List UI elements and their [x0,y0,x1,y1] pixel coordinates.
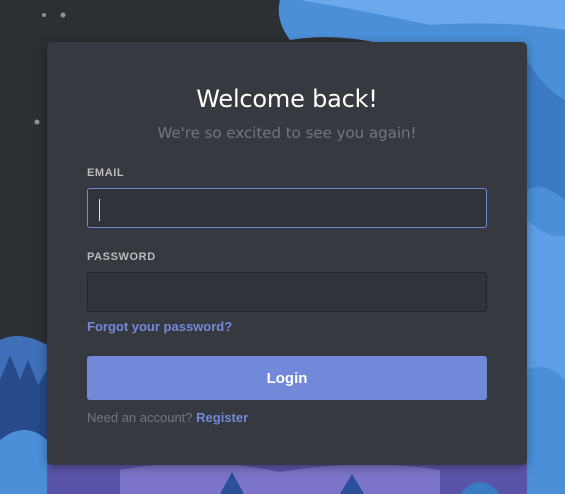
register-prompt: Need an account? Register [87,410,248,426]
text-caret [99,199,100,221]
login-button[interactable]: Login [87,356,487,400]
need-account-text: Need an account? [87,410,193,425]
password-label: PASSWORD [87,251,156,263]
forgot-password-link[interactable]: Forgot your password? [87,319,232,335]
email-field[interactable] [87,188,487,228]
email-label: EMAIL [87,167,125,179]
password-field[interactable] [87,272,487,312]
page-subtitle: We're so excited to see you again! [157,124,417,142]
page-title: Welcome back! [196,85,378,113]
login-card: Welcome back! We're so excited to see yo… [47,42,527,465]
register-link[interactable]: Register [196,410,248,425]
